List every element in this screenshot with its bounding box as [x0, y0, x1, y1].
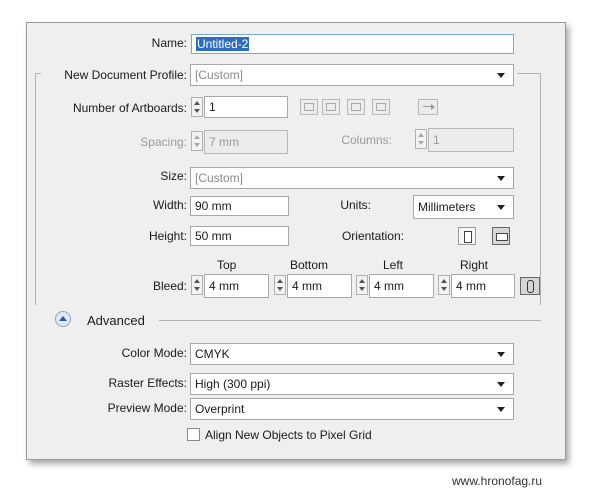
portrait-orientation-button[interactable] [458, 227, 476, 245]
portrait-icon [464, 231, 472, 243]
bleed-right-stepper[interactable] [438, 275, 450, 295]
bleed-label: Bleed: [152, 279, 187, 293]
preview-mode-select[interactable]: Overprint [190, 398, 514, 420]
arrange-by-row-icon[interactable] [347, 99, 365, 115]
advanced-divider [159, 320, 541, 321]
name-input[interactable]: Untitled-2 [191, 34, 514, 54]
units-select[interactable]: Millimeters [413, 195, 514, 219]
spacing-stepper [191, 131, 203, 151]
landscape-orientation-button[interactable] [492, 227, 510, 245]
color-mode-label: Color Mode: [121, 346, 187, 360]
raster-effects-label: Raster Effects: [108, 376, 187, 390]
bleed-bottom-stepper[interactable] [274, 275, 286, 295]
chevron-down-icon [497, 205, 505, 210]
units-value: Millimeters [418, 200, 476, 214]
profile-group-line-vl [35, 73, 36, 305]
color-mode-select[interactable]: CMYK [190, 343, 514, 365]
profile-group-line-right [517, 73, 541, 74]
profile-value: [Custom] [195, 68, 244, 82]
raster-effects-value: High (300 ppi) [195, 377, 271, 391]
columns-label: Columns: [341, 133, 392, 147]
columns-input: 1 [428, 128, 514, 152]
preview-mode-label: Preview Mode: [107, 401, 187, 415]
width-label: Width: [152, 198, 187, 212]
color-mode-value: CMYK [195, 347, 230, 361]
link-bleed-button[interactable] [520, 277, 540, 295]
raster-effects-select[interactable]: High (300 ppi) [190, 373, 514, 395]
height-input[interactable]: 50 mm [190, 226, 289, 246]
bleed-top-stepper[interactable] [191, 275, 203, 295]
landscape-icon [496, 233, 508, 241]
orientation-label: Orientation: [341, 229, 404, 243]
columns-stepper [415, 129, 427, 149]
profile-select[interactable]: [Custom] [190, 64, 514, 86]
advanced-label: Advanced [87, 313, 145, 328]
bleed-right-label: Right [460, 258, 489, 272]
chevron-down-icon [497, 73, 505, 78]
size-label: Size: [160, 169, 187, 183]
chevron-down-icon [497, 407, 505, 412]
spacing-label: Spacing: [140, 135, 187, 149]
grid-by-column-icon[interactable] [322, 99, 340, 115]
profile-label: New Document Profile: [41, 68, 190, 82]
bleed-left-label: Left [383, 258, 404, 272]
name-value: Untitled-2 [196, 37, 250, 51]
width-input[interactable]: 90 mm [190, 196, 289, 216]
artboards-input[interactable]: 1 [204, 96, 288, 118]
chevron-down-icon [497, 176, 505, 181]
chevron-up-icon [59, 316, 67, 321]
bleed-left-stepper[interactable] [356, 275, 368, 295]
chevron-down-icon [497, 352, 505, 357]
grid-by-row-icon[interactable] [300, 99, 318, 115]
arrange-by-column-icon[interactable] [372, 99, 390, 115]
bleed-top-input[interactable]: 4 mm [204, 274, 269, 298]
bleed-bottom-label: Bottom [290, 258, 329, 272]
size-select[interactable]: [Custom] [190, 167, 514, 189]
profile-group-line-vr [540, 73, 541, 305]
align-pixel-grid-label: Align New Objects to Pixel Grid [205, 428, 372, 442]
units-label: Units: [340, 198, 371, 212]
watermark-text: www.hronofag.ru [452, 474, 543, 488]
chevron-down-icon [497, 382, 505, 387]
spacing-input: 7 mm [204, 130, 288, 154]
advanced-toggle-button[interactable] [55, 311, 71, 327]
bleed-bottom-input[interactable]: 4 mm [287, 274, 352, 298]
artboards-stepper[interactable] [191, 97, 203, 117]
size-value: [Custom] [195, 171, 244, 185]
change-to-rtl-icon[interactable] [418, 99, 438, 115]
preview-mode-value: Overprint [195, 402, 245, 416]
name-label: Name: [151, 36, 187, 50]
bleed-right-input[interactable]: 4 mm [451, 274, 515, 298]
artboards-label: Number of Artboards: [72, 101, 187, 115]
chain-link-icon [527, 280, 534, 293]
align-pixel-grid-checkbox[interactable] [187, 428, 200, 441]
bleed-top-label: Top [217, 258, 237, 272]
height-label: Height: [148, 229, 187, 243]
new-document-dialog: Name: Untitled-2 New Document Profile: [… [26, 22, 566, 460]
bleed-left-input[interactable]: 4 mm [369, 274, 434, 298]
